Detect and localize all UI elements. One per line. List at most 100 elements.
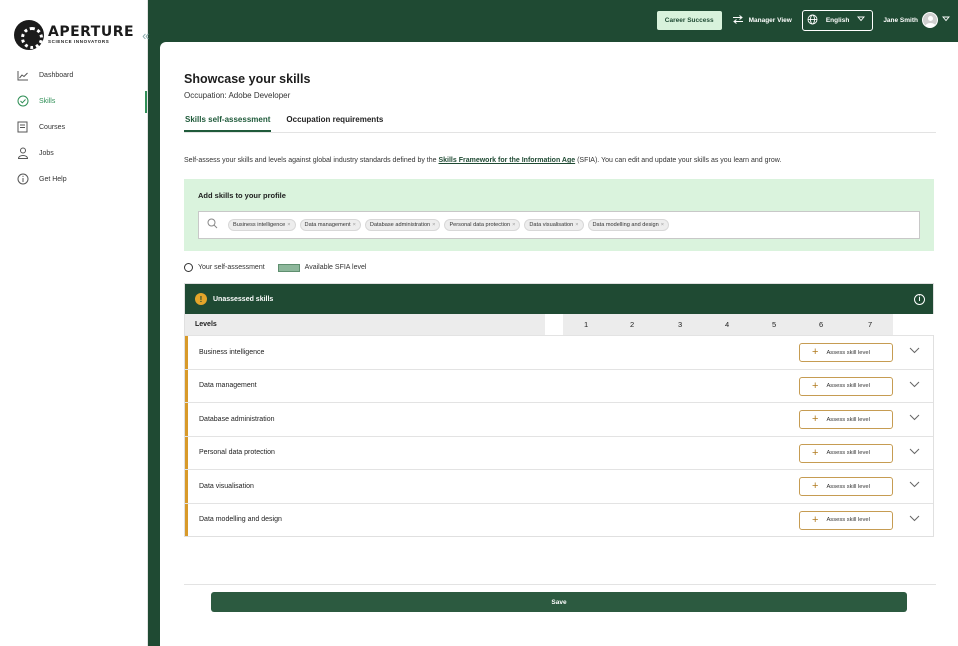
chevron-down-icon[interactable] bbox=[909, 515, 920, 525]
save-button[interactable]: Save bbox=[211, 592, 907, 612]
level-3: 3 bbox=[678, 320, 683, 329]
skill-chip[interactable]: Database administration × bbox=[364, 219, 441, 231]
assess-label: Assess skill level bbox=[826, 349, 870, 356]
career-success-button[interactable]: Career Success bbox=[656, 10, 722, 30]
plus-icon: + bbox=[812, 346, 819, 358]
sidebar-item-jobs[interactable]: Jobs bbox=[0, 140, 147, 166]
table-row: Data modelling and design + Assess skill … bbox=[185, 502, 933, 537]
level-7: 7 bbox=[868, 320, 873, 329]
skill-chip-label: Business intelligence bbox=[233, 222, 286, 228]
user-name: Jane Smith bbox=[883, 16, 918, 24]
chevron-down-icon[interactable] bbox=[909, 414, 920, 424]
table-header: ! Unassessed skills i bbox=[185, 284, 933, 314]
manager-view-toggle[interactable]: Manager View bbox=[732, 14, 792, 26]
manager-view-label: Manager View bbox=[748, 16, 792, 24]
level-6: 6 bbox=[819, 320, 824, 329]
levels-label: Levels bbox=[195, 321, 217, 328]
sidebar-item-label: Courses bbox=[39, 123, 66, 131]
skill-chip[interactable]: Personal data protection × bbox=[444, 219, 521, 231]
check-circle-icon bbox=[16, 95, 29, 108]
chevron-down-icon[interactable] bbox=[909, 381, 920, 391]
assess-label: Assess skill level bbox=[826, 450, 870, 456]
sfia-level-swatch bbox=[277, 263, 300, 272]
skill-chip[interactable]: Data management × bbox=[299, 219, 361, 231]
plus-icon: + bbox=[812, 379, 819, 392]
sidebar-item-label: Jobs bbox=[39, 149, 54, 157]
add-skills-panel: Add skills to your profile Business inte… bbox=[184, 179, 934, 251]
assess-skill-level-button[interactable]: + Assess skill level bbox=[799, 376, 893, 396]
levels-row: Levels 1 2 3 4 5 6 7 bbox=[185, 314, 935, 335]
remove-chip-icon[interactable]: × bbox=[432, 222, 435, 228]
user-menu[interactable]: Jane Smith bbox=[883, 12, 950, 28]
top-bar: Career Success Manager View English Jane… bbox=[148, 0, 958, 40]
avatar bbox=[922, 12, 938, 28]
main-content: Showcase your skills Occupation: Adobe D… bbox=[160, 42, 958, 646]
assess-skill-level-button[interactable]: + Assess skill level bbox=[799, 510, 893, 530]
remove-chip-icon[interactable]: × bbox=[353, 222, 356, 228]
chevron-down-icon[interactable] bbox=[909, 481, 920, 491]
table-row: Data visualisation + Assess skill level bbox=[185, 469, 933, 503]
warning-icon: ! bbox=[195, 293, 207, 305]
table-header-title: Unassessed skills bbox=[213, 295, 274, 303]
skill-chip[interactable]: Data visualisation × bbox=[524, 219, 584, 231]
plus-icon: + bbox=[812, 513, 819, 526]
skill-chip-label: Data modelling and design bbox=[592, 222, 659, 228]
description-prefix: Self-assess your skills and levels again… bbox=[184, 157, 439, 164]
table-row: Personal data protection + Assess skill l… bbox=[185, 435, 933, 470]
sidebar-nav: Dashboard Skills Courses Jobs Get Help bbox=[0, 62, 147, 192]
skill-name: Data visualisation bbox=[199, 482, 254, 490]
logo: APERTURE SCIENCE INNOVATORS « bbox=[0, 0, 149, 52]
sidebar-item-label: Skills bbox=[39, 97, 56, 105]
chevron-down-icon bbox=[942, 16, 950, 24]
skills-search-input[interactable]: Business intelligence × Data management × … bbox=[198, 211, 920, 239]
globe-icon bbox=[807, 14, 818, 27]
assess-skill-level-button[interactable]: + Assess skill level bbox=[799, 410, 893, 429]
self-assessment-circle-icon bbox=[184, 263, 193, 272]
assess-skill-level-button[interactable]: + Assess skill level bbox=[799, 443, 893, 463]
chevron-down-icon[interactable] bbox=[909, 347, 920, 357]
save-section: Save bbox=[184, 584, 936, 612]
occupation-label: Occupation: Adobe Developer bbox=[184, 91, 291, 100]
assess-skill-level-button[interactable]: + Assess skill level bbox=[799, 343, 893, 362]
remove-chip-icon[interactable]: × bbox=[287, 222, 290, 228]
skill-chip-label: Data visualisation bbox=[529, 222, 574, 228]
sidebar-item-get-help[interactable]: Get Help bbox=[0, 166, 147, 192]
sfia-link[interactable]: Skills Framework for the Information Age bbox=[438, 157, 575, 164]
tab-bar: Skills self-assessment Occupation requir… bbox=[184, 115, 936, 133]
skill-name: Database administration bbox=[199, 415, 275, 423]
language-select[interactable]: English bbox=[801, 9, 874, 31]
skill-name: Business intelligence bbox=[199, 348, 265, 356]
skill-chip[interactable]: Business intelligence × bbox=[228, 219, 296, 231]
info-icon[interactable]: i bbox=[914, 293, 925, 305]
brand-title: APERTURE bbox=[48, 24, 135, 41]
chevron-down-icon[interactable] bbox=[909, 448, 920, 458]
level-2: 2 bbox=[630, 320, 635, 329]
sidebar-item-label: Dashboard bbox=[39, 71, 74, 79]
assess-skill-level-button[interactable]: + Assess skill level bbox=[799, 477, 893, 496]
remove-chip-icon[interactable]: × bbox=[512, 222, 515, 228]
legend-self-assessment: Your self-assessment bbox=[198, 264, 265, 271]
page-title: Showcase your skills bbox=[184, 72, 311, 86]
person-icon bbox=[16, 147, 29, 160]
sidebar-item-skills[interactable]: Skills bbox=[0, 88, 147, 114]
remove-chip-icon[interactable]: × bbox=[661, 222, 664, 228]
assess-label: Assess skill level bbox=[826, 416, 870, 423]
aperture-logo-icon bbox=[14, 20, 44, 50]
table-row: Data management + Assess skill level bbox=[185, 368, 933, 403]
remove-chip-icon[interactable]: × bbox=[575, 222, 578, 228]
language-label: English bbox=[825, 16, 850, 24]
skill-chip-label: Data management bbox=[304, 222, 351, 228]
level-4: 4 bbox=[725, 320, 730, 329]
tab-skills-self-assessment[interactable]: Skills self-assessment bbox=[184, 115, 272, 132]
sidebar-item-dashboard[interactable]: Dashboard bbox=[0, 62, 147, 88]
skill-chip[interactable]: Data modelling and design × bbox=[587, 219, 670, 231]
level-1: 1 bbox=[584, 320, 589, 329]
info-circle-icon bbox=[16, 173, 29, 186]
sidebar-item-courses[interactable]: Courses bbox=[0, 114, 147, 140]
description: Self-assess your skills and levels again… bbox=[184, 157, 934, 164]
tab-occupation-requirements[interactable]: Occupation requirements bbox=[285, 115, 384, 132]
brand-subtitle: SCIENCE INNOVATORS bbox=[48, 39, 110, 45]
skill-chip-label: Database administration bbox=[369, 222, 431, 228]
assess-label: Assess skill level bbox=[826, 483, 870, 490]
swap-arrows-icon bbox=[732, 14, 744, 26]
